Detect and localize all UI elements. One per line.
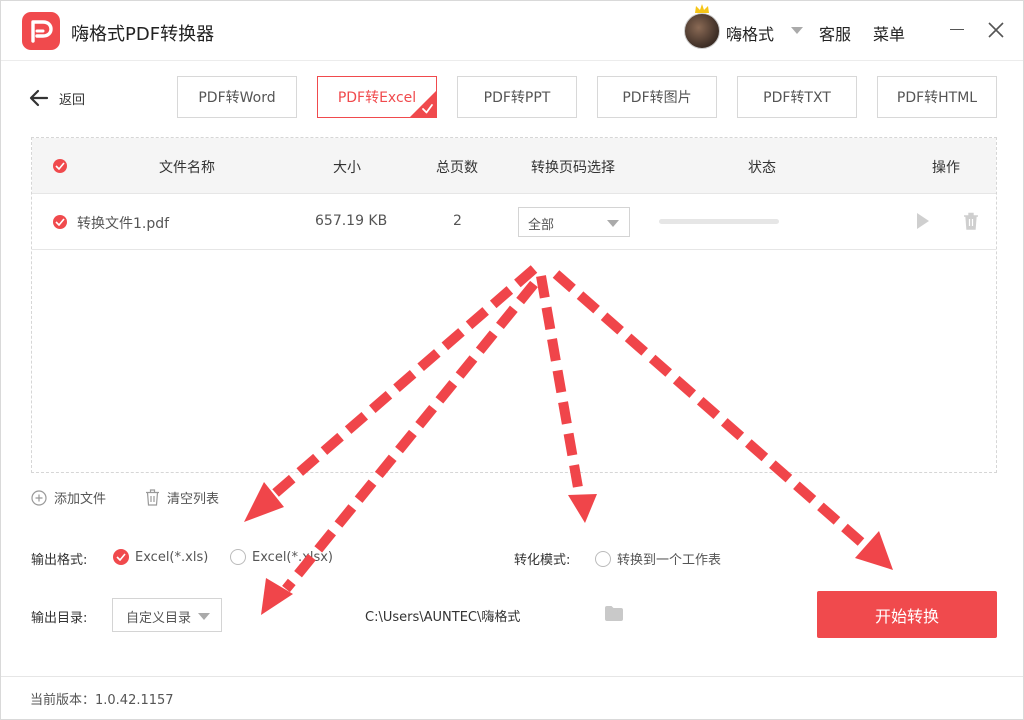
service-button[interactable]: 客服 — [819, 21, 851, 45]
minimize-icon[interactable] — [950, 29, 964, 30]
tab-label: PDF转PPT — [483, 90, 551, 106]
table-header: 文件名称 大小 总页数 转换页码选择 状态 操作 — [32, 138, 996, 194]
add-file-button[interactable]: 添加文件 — [31, 488, 106, 507]
format-option-label: Excel(*.xlsx) — [252, 549, 333, 565]
app-logo — [22, 12, 60, 50]
output-dir-path: C:\Users\AUNTEC\嗨格式 — [365, 610, 521, 625]
tab-label: PDF转TXT — [763, 90, 831, 106]
tab-pdf-to-image[interactable]: PDF转图片 — [597, 76, 717, 118]
back-button[interactable]: 返回 — [29, 86, 85, 110]
back-label: 返回 — [59, 92, 86, 108]
trash-outline-icon — [146, 489, 159, 506]
tab-pdf-to-html[interactable]: PDF转HTML — [877, 76, 997, 118]
add-file-label: 添加文件 — [54, 492, 107, 507]
start-convert-button[interactable]: 开始转换 — [817, 591, 997, 638]
close-icon[interactable] — [987, 21, 1005, 39]
clear-list-button[interactable]: 清空列表 — [145, 488, 219, 507]
chevron-down-icon — [607, 220, 619, 227]
start-convert-label: 开始转换 — [874, 606, 939, 626]
tab-pdf-to-ppt[interactable]: PDF转PPT — [457, 76, 577, 118]
radio-unchecked-icon — [595, 550, 611, 567]
arrow-left-icon — [29, 89, 49, 107]
file-table: 文件名称 大小 总页数 转换页码选择 状态 操作 转换文件1.pdf 657.1… — [31, 137, 997, 473]
format-option-xlsx[interactable]: Excel(*.xlsx) — [230, 549, 333, 565]
column-header-range: 转换页码选择 — [531, 160, 615, 176]
row-checkbox[interactable] — [53, 215, 67, 229]
play-icon[interactable] — [916, 212, 930, 230]
output-format-label: 输出格式: — [31, 553, 88, 568]
app-title: 嗨格式PDF转换器 — [71, 24, 215, 45]
radio-checked-icon — [113, 549, 129, 565]
user-name[interactable]: 嗨格式 — [726, 21, 774, 45]
chevron-down-icon — [198, 613, 210, 620]
tab-label: PDF转Word — [198, 90, 276, 106]
file-size: 657.19 KB — [315, 213, 388, 229]
clear-list-label: 清空列表 — [167, 492, 220, 507]
output-dir-select-value: 自定义目录 — [126, 611, 192, 626]
tab-pdf-to-txt[interactable]: PDF转TXT — [737, 76, 857, 118]
plus-circle-icon — [31, 489, 47, 506]
format-option-label: Excel(*.xls) — [135, 549, 209, 565]
app-window: 嗨格式PDF转换器 嗨格式 客服 菜单 返回 PDF转Word PDF转Exce… — [0, 0, 1024, 720]
output-dir-label: 输出目录: — [31, 611, 88, 626]
column-header-status: 状态 — [748, 160, 776, 176]
conversion-progress-bar — [659, 219, 779, 224]
version-text: 当前版本：1.0.42.1157 — [30, 693, 174, 708]
output-dir-select[interactable]: 自定义目录 — [112, 598, 222, 632]
tab-label: PDF转Excel — [337, 90, 417, 106]
select-all-checkbox[interactable] — [53, 159, 67, 173]
status-footer: 当前版本：1.0.42.1157 — [1, 676, 1023, 720]
mode-option-label: 转换到一个工作表 — [617, 553, 722, 568]
folder-icon[interactable] — [605, 606, 623, 621]
tab-pdf-to-excel[interactable]: PDF转Excel — [317, 76, 437, 118]
column-header-size: 大小 — [333, 160, 361, 176]
column-header-name: 文件名称 — [159, 160, 215, 176]
selected-check-icon — [410, 91, 436, 117]
file-name: 转换文件1.pdf — [77, 216, 170, 232]
format-option-xls[interactable]: Excel(*.xls) — [113, 549, 208, 565]
tab-label: PDF转HTML — [896, 90, 978, 106]
mode-single-sheet-option[interactable]: 转换到一个工作表 — [595, 549, 721, 568]
page-range-value: 全部 — [528, 218, 555, 233]
column-header-action: 操作 — [932, 160, 960, 176]
column-header-pages: 总页数 — [436, 160, 478, 176]
avatar[interactable] — [684, 13, 720, 49]
file-pages: 2 — [453, 213, 462, 229]
table-row: 转换文件1.pdf 657.19 KB 2 全部 — [32, 194, 996, 250]
title-bar: 嗨格式PDF转换器 嗨格式 客服 菜单 — [1, 1, 1023, 61]
menu-button[interactable]: 菜单 — [873, 21, 905, 45]
radio-unchecked-icon — [230, 549, 246, 565]
page-range-select[interactable]: 全部 — [518, 207, 630, 237]
convert-mode-label: 转化模式: — [514, 553, 571, 568]
user-dropdown-caret-icon[interactable] — [791, 27, 803, 34]
tab-label: PDF转图片 — [622, 90, 692, 106]
tab-pdf-to-word[interactable]: PDF转Word — [177, 76, 297, 118]
trash-icon[interactable] — [963, 212, 979, 230]
